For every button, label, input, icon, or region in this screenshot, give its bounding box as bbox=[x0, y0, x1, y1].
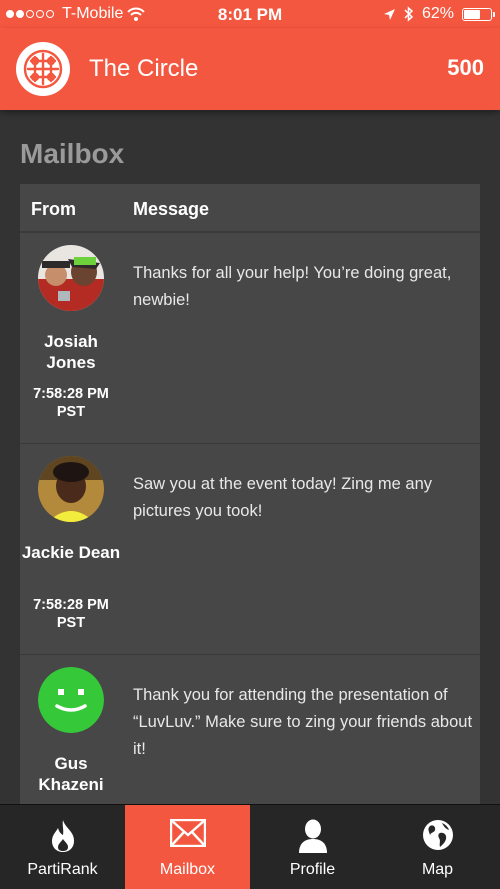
tab-label: PartiRank bbox=[27, 861, 98, 878]
message-row[interactable]: Josiah Jones 7:58:28 PM PST Thanks for a… bbox=[20, 233, 480, 444]
message-text: Saw you at the event today! Zing me any … bbox=[133, 475, 433, 520]
battery-percent: 62% bbox=[421, 5, 454, 22]
avatar[interactable] bbox=[38, 456, 104, 522]
page-title: Mailbox bbox=[20, 138, 125, 169]
person-icon bbox=[298, 819, 327, 853]
status-indicators: 62% bbox=[383, 5, 495, 23]
avatar[interactable] bbox=[38, 245, 104, 311]
tab-label: Map bbox=[421, 861, 454, 878]
app-header: The Circle 500 bbox=[0, 28, 500, 110]
tab-map[interactable]: Map bbox=[375, 805, 500, 889]
status-bar: T-Mobile 8:01 PM 62% bbox=[0, 0, 500, 28]
circle-logo-icon[interactable] bbox=[16, 42, 70, 96]
message-row[interactable]: Jackie Dean 7:58:28 PM PST Saw you at th… bbox=[20, 444, 480, 655]
globe-icon bbox=[422, 820, 453, 850]
points-counter: 500 bbox=[447, 55, 484, 80]
location-arrow-icon bbox=[383, 8, 395, 20]
bluetooth-icon bbox=[404, 6, 414, 22]
tab-partirank[interactable]: PartiRank bbox=[0, 805, 125, 889]
column-header-from: From bbox=[31, 199, 76, 219]
battery-icon bbox=[462, 7, 495, 21]
message-time: 7:58:28 PM PST bbox=[33, 597, 109, 631]
sender-name: Jackie Dean bbox=[21, 543, 121, 562]
message-text: Thanks for all your help! You’re doing g… bbox=[133, 264, 452, 309]
mailbox-table: From Message Josiah Jones 7:58:28 PM PST bbox=[20, 184, 480, 824]
tab-mailbox[interactable]: Mailbox bbox=[125, 805, 250, 889]
flame-icon bbox=[51, 820, 74, 852]
app-title: The Circle bbox=[89, 55, 199, 82]
sender-name: Gus Khazeni bbox=[38, 754, 104, 794]
message-text: Thank you for attending the presentation… bbox=[133, 686, 473, 758]
tab-label: Profile bbox=[289, 861, 336, 878]
smiley-avatar-icon[interactable] bbox=[38, 667, 104, 733]
sender-name: Josiah Jones bbox=[44, 332, 98, 372]
envelope-icon bbox=[169, 819, 206, 847]
column-header-message: Message bbox=[133, 199, 210, 219]
table-header: From Message bbox=[20, 184, 480, 233]
tab-label: Mailbox bbox=[159, 861, 216, 878]
message-time: 7:58:28 PM PST bbox=[33, 386, 109, 420]
message-row[interactable]: Gus Khazeni Thank you for attending the … bbox=[20, 655, 480, 824]
tab-bar: PartiRank Mailbox Profile Map bbox=[0, 804, 500, 889]
tab-profile[interactable]: Profile bbox=[250, 805, 375, 889]
